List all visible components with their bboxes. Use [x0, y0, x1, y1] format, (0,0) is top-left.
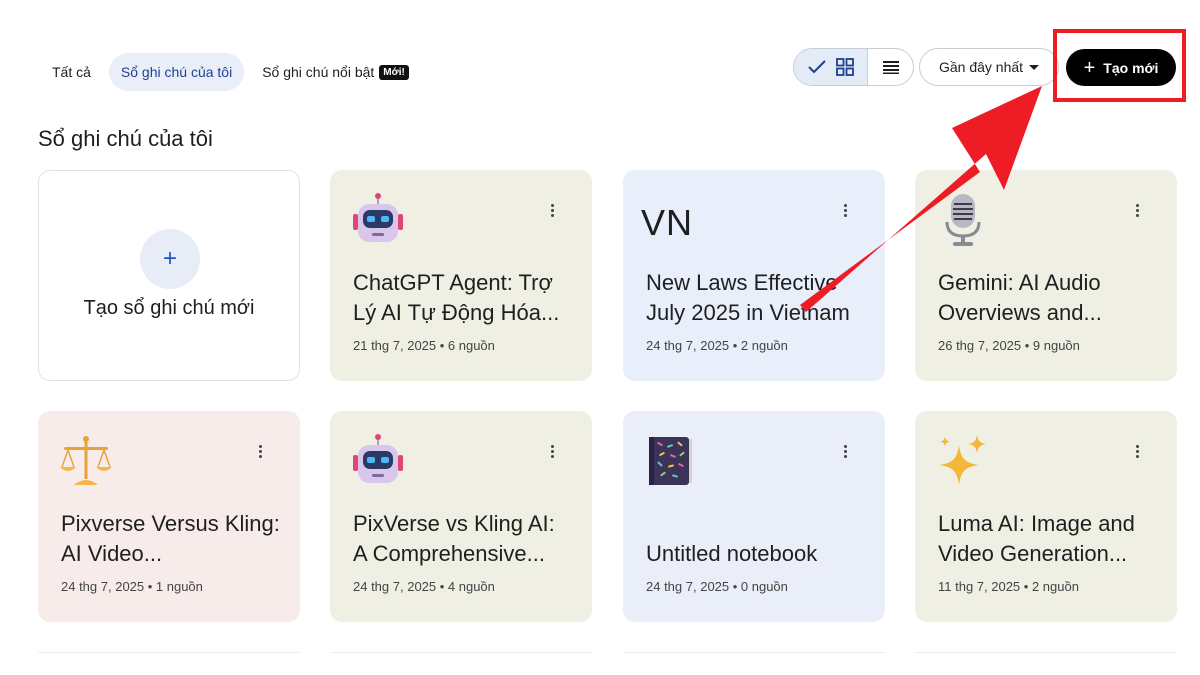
more-options-icon[interactable] — [550, 445, 554, 458]
notebook-title: New Laws Effective July 2025 in Vietnam — [646, 270, 850, 325]
notebook-card[interactable]: ChatGPT Agent: Trợ Lý AI Tự Động Hóa... … — [330, 170, 592, 381]
sort-dropdown[interactable]: Gần đây nhất — [919, 48, 1059, 86]
new-badge: Mới! — [379, 64, 409, 80]
scales-icon — [60, 436, 112, 485]
card-edge — [623, 652, 885, 657]
create-notebook-card[interactable]: + Tạo sổ ghi chú mới — [38, 170, 300, 381]
notebook-card[interactable]: Untitled notebook 24 thg 7, 2025 • 0 ngu… — [623, 411, 885, 622]
view-toggle — [793, 48, 914, 86]
notebook-card[interactable]: VN New Laws Effective July 2025 in Vietn… — [623, 170, 885, 381]
tab-all[interactable]: Tất cả — [40, 53, 103, 91]
create-new-button[interactable]: + Tạo mới — [1066, 49, 1176, 86]
grid-icon — [835, 58, 854, 76]
robot-icon — [353, 193, 403, 242]
notebook-title: Gemini: AI Audio Overviews and... — [938, 270, 1102, 325]
caret-down-icon — [1029, 64, 1040, 70]
create-notebook-label: Tạo sổ ghi chú mới — [83, 297, 255, 319]
notebook-icon — [649, 437, 692, 485]
more-options-icon[interactable] — [843, 204, 847, 217]
notebook-meta: 21 thg 7, 2025 • 6 nguồn — [353, 338, 495, 353]
check-icon — [807, 60, 826, 74]
vn-text-icon: VN — [641, 202, 694, 243]
notebook-title: ChatGPT Agent: Trợ Lý AI Tự Động Hóa... — [353, 270, 560, 325]
card-edge — [330, 652, 592, 657]
plus-icon: + — [140, 229, 200, 289]
more-options-icon[interactable] — [843, 445, 847, 458]
more-options-icon[interactable] — [1135, 445, 1139, 458]
notebook-card[interactable]: PixVerse vs Kling AI: A Comprehensive...… — [330, 411, 592, 622]
notebook-card[interactable]: Luma AI: Image and Video Generation... 1… — [915, 411, 1177, 622]
notebook-meta: 24 thg 7, 2025 • 2 nguồn — [646, 338, 788, 353]
plus-icon: + — [1083, 56, 1096, 79]
filter-tabs: Tất cả Sổ ghi chú của tôi Sổ ghi chú nổi… — [40, 53, 427, 91]
notebook-meta: 24 thg 7, 2025 • 4 nguồn — [353, 579, 495, 594]
more-options-icon[interactable] — [550, 204, 554, 217]
robot-icon — [353, 434, 403, 483]
notebook-meta: 24 thg 7, 2025 • 0 nguồn — [646, 579, 788, 594]
sparkles-icon — [939, 435, 986, 485]
notebook-title: PixVerse vs Kling AI: A Comprehensive... — [353, 511, 555, 566]
notebook-title: Untitled notebook — [646, 541, 818, 566]
list-view-button[interactable] — [868, 49, 913, 85]
tab-featured-notebooks[interactable]: Sổ ghi chú nổi bật Mới! — [250, 53, 421, 91]
notebook-card[interactable]: Gemini: AI Audio Overviews and... 26 thg… — [915, 170, 1177, 381]
card-edge — [915, 652, 1177, 657]
notebook-title: Luma AI: Image and Video Generation... — [938, 511, 1135, 566]
microphone-icon — [945, 194, 981, 246]
more-options-icon[interactable] — [258, 445, 262, 458]
section-title: Sổ ghi chú của tôi — [38, 126, 213, 151]
tab-my-notebooks[interactable]: Sổ ghi chú của tôi — [108, 53, 245, 91]
card-edge — [38, 652, 300, 657]
list-icon — [882, 61, 899, 74]
notebook-meta: 11 thg 7, 2025 • 2 nguồn — [938, 579, 1079, 594]
notebook-meta: 24 thg 7, 2025 • 1 nguồn — [61, 579, 203, 594]
notebook-card[interactable]: Pixverse Versus Kling: AI Video... 24 th… — [38, 411, 300, 622]
more-options-icon[interactable] — [1135, 204, 1139, 217]
grid-view-button[interactable] — [794, 49, 868, 85]
notebook-meta: 26 thg 7, 2025 • 9 nguồn — [938, 338, 1080, 353]
notebook-title: Pixverse Versus Kling: AI Video... — [61, 511, 280, 566]
